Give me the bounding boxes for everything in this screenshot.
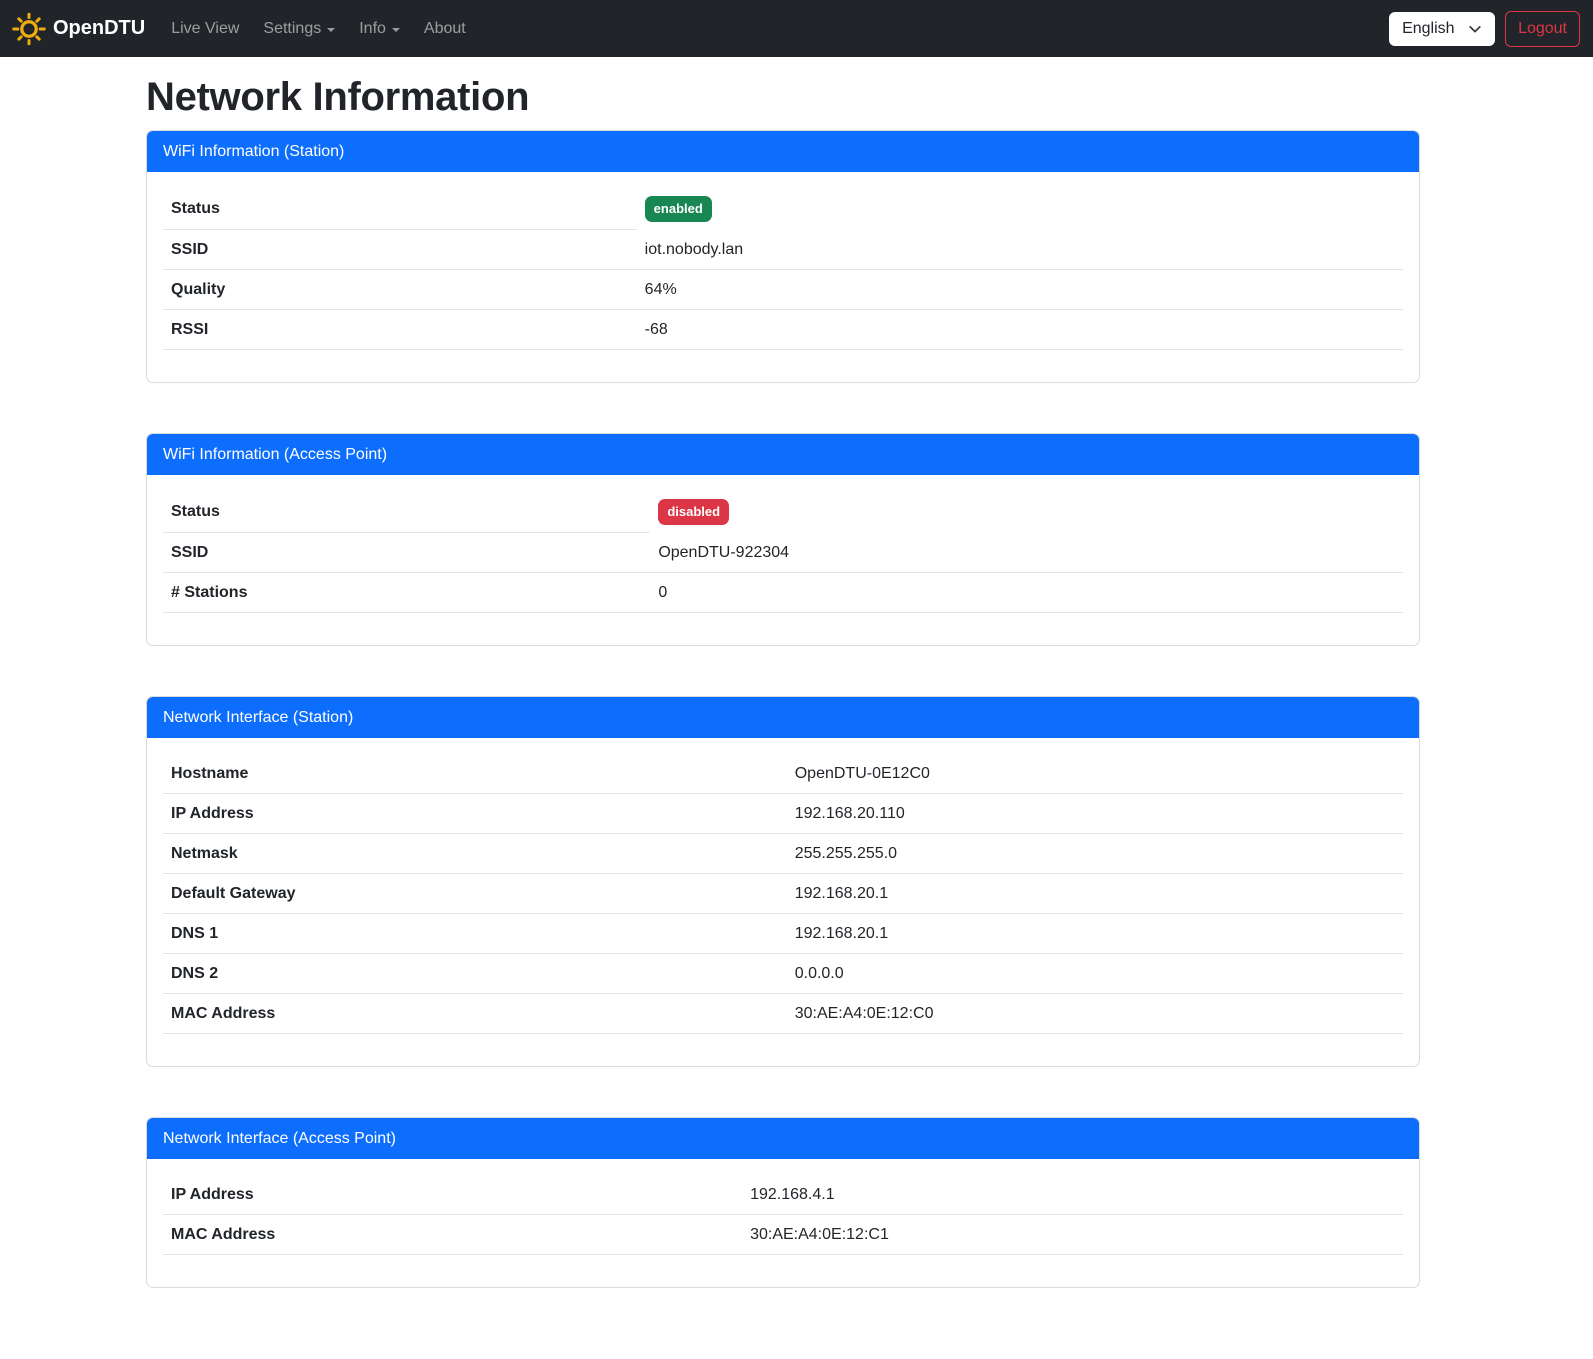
info-row-value: OpenDTU-922304 <box>658 541 789 564</box>
info-row-value: 30:AE:A4:0E:12:C0 <box>795 1002 934 1025</box>
nav-item-about[interactable]: About <box>416 12 474 46</box>
info-row-value: 192.168.4.1 <box>750 1183 835 1206</box>
info-row-label: MAC Address <box>163 994 787 1034</box>
info-row-label: IP Address <box>163 1175 742 1215</box>
info-row: Quality 64% <box>163 270 1403 310</box>
info-row-value: 192.168.20.110 <box>795 802 905 825</box>
info-row-label: SSID <box>163 533 650 573</box>
info-row: Hostname OpenDTU-0E12C0 <box>163 754 1403 794</box>
info-row-value: 255.255.255.0 <box>795 842 897 865</box>
info-row-label: SSID <box>163 230 637 270</box>
logout-button[interactable]: Logout <box>1505 11 1580 47</box>
info-row: IP Address 192.168.20.110 <box>163 794 1403 834</box>
info-row: DNS 2 0.0.0.0 <box>163 954 1403 994</box>
page-title: Network Information <box>146 73 1420 121</box>
card-network-interface-access-point: Network Interface (Access Point) IP Addr… <box>146 1117 1420 1288</box>
status-badge: disabled <box>658 499 729 525</box>
info-row: SSID OpenDTU-922304 <box>163 533 1403 573</box>
nav-item-label: Live View <box>171 20 239 38</box>
card-body: Hostname OpenDTU-0E12C0 IP Address 192.1… <box>147 738 1419 1066</box>
chevron-down-icon <box>1468 22 1482 36</box>
info-table: Status enabled SSID iot.nobody.lan Quali… <box>163 188 1403 350</box>
info-row: IP Address 192.168.4.1 <box>163 1175 1403 1215</box>
nav-item-label: Info <box>359 20 386 38</box>
card-wifi-information-access-point: WiFi Information (Access Point) Status d… <box>146 433 1420 646</box>
info-row: Default Gateway 192.168.20.1 <box>163 874 1403 914</box>
info-row: Status disabled <box>163 491 1403 533</box>
card-header-title: WiFi Information (Access Point) <box>147 434 1419 475</box>
info-row-label: Quality <box>163 270 637 310</box>
nav-links: Live View Settings Info About <box>159 12 478 46</box>
info-row: Status enabled <box>163 188 1403 230</box>
info-row-label: Hostname <box>163 754 787 794</box>
language-select[interactable]: English <box>1389 12 1495 46</box>
info-row: Netmask 255.255.255.0 <box>163 834 1403 874</box>
card-network-interface-station: Network Interface (Station) Hostname Ope… <box>146 696 1420 1067</box>
info-row-label: # Stations <box>163 573 650 613</box>
info-row: RSSI -68 <box>163 310 1403 350</box>
info-row-value: 0.0.0.0 <box>795 962 844 985</box>
info-row-label: Status <box>163 188 637 230</box>
info-row-label: DNS 1 <box>163 914 787 954</box>
info-table: Hostname OpenDTU-0E12C0 IP Address 192.1… <box>163 754 1403 1034</box>
info-row-label: Status <box>163 491 650 533</box>
info-row: SSID iot.nobody.lan <box>163 230 1403 270</box>
info-row-label: Default Gateway <box>163 874 787 914</box>
card-header-title: Network Interface (Station) <box>147 697 1419 738</box>
card-header-title: Network Interface (Access Point) <box>147 1118 1419 1159</box>
brand-label: OpenDTU <box>53 17 145 40</box>
info-row-value: 30:AE:A4:0E:12:C1 <box>750 1223 889 1246</box>
card-header-title: WiFi Information (Station) <box>147 131 1419 172</box>
info-row-label: MAC Address <box>163 1215 742 1255</box>
info-row-value: 192.168.20.1 <box>795 922 888 945</box>
main-content: Network Information WiFi Information (St… <box>146 73 1420 1288</box>
nav-item-live-view[interactable]: Live View <box>163 12 247 46</box>
info-row-value: 64% <box>645 278 677 301</box>
info-row: DNS 1 192.168.20.1 <box>163 914 1403 954</box>
card-wifi-information-station: WiFi Information (Station) Status enable… <box>146 130 1420 383</box>
info-row-value: -68 <box>645 318 668 341</box>
info-row-value: iot.nobody.lan <box>645 238 743 261</box>
navbar-right: English Logout <box>1389 11 1580 47</box>
status-badge: enabled <box>645 196 712 222</box>
dropdown-caret-icon <box>327 28 335 32</box>
card-body: IP Address 192.168.4.1 MAC Address 30:AE… <box>147 1159 1419 1287</box>
info-row-value: OpenDTU-0E12C0 <box>795 762 930 785</box>
info-row-value: 192.168.20.1 <box>795 882 888 905</box>
info-table: Status disabled SSID OpenDTU-922304 # St… <box>163 491 1403 613</box>
info-row: MAC Address 30:AE:A4:0E:12:C1 <box>163 1215 1403 1255</box>
dropdown-caret-icon <box>392 28 400 32</box>
top-navbar: OpenDTU Live View Settings Info About En… <box>0 0 1593 57</box>
card-body: Status disabled SSID OpenDTU-922304 # St… <box>147 475 1419 645</box>
brand-link[interactable]: OpenDTU <box>12 12 145 46</box>
cards-container: WiFi Information (Station) Status enable… <box>146 130 1420 1288</box>
info-row-label: RSSI <box>163 310 637 350</box>
nav-item-label: Settings <box>263 20 321 38</box>
info-row-label: DNS 2 <box>163 954 787 994</box>
language-select-value: English <box>1402 20 1454 38</box>
nav-item-settings[interactable]: Settings <box>255 12 343 46</box>
info-table: IP Address 192.168.4.1 MAC Address 30:AE… <box>163 1175 1403 1255</box>
card-body: Status enabled SSID iot.nobody.lan Quali… <box>147 172 1419 382</box>
info-row: MAC Address 30:AE:A4:0E:12:C0 <box>163 994 1403 1034</box>
info-row-label: Netmask <box>163 834 787 874</box>
nav-item-label: About <box>424 20 466 38</box>
nav-item-info[interactable]: Info <box>351 12 408 46</box>
info-row-label: IP Address <box>163 794 787 834</box>
sun-logo-icon <box>12 12 46 46</box>
info-row: # Stations 0 <box>163 573 1403 613</box>
info-row-value: 0 <box>658 581 667 604</box>
